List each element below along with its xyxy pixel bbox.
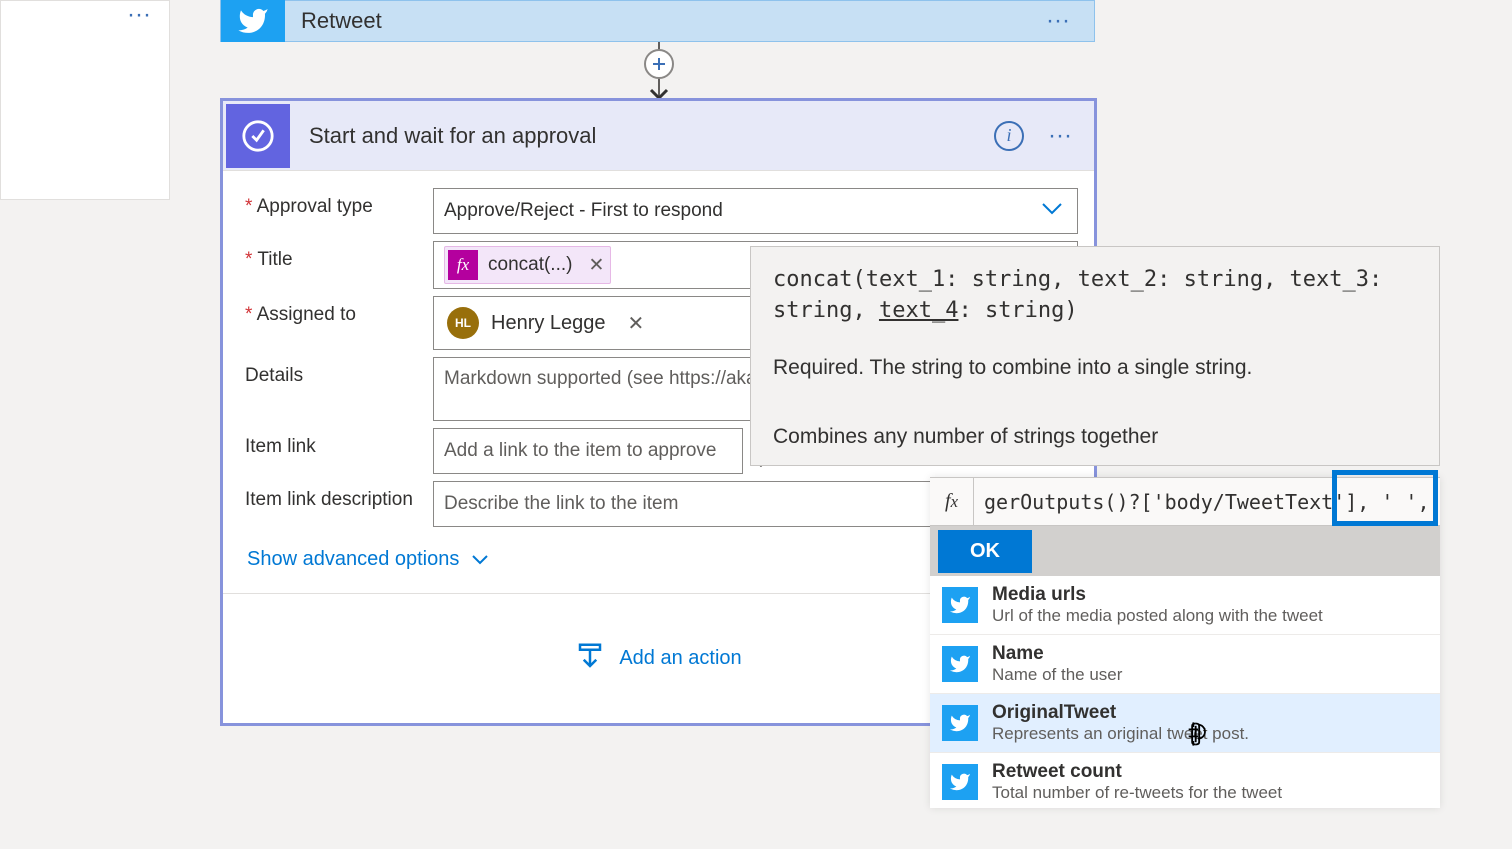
- dynamic-content-list: Media urlsUrl of the media posted along …: [930, 576, 1440, 808]
- approval-icon: [226, 104, 290, 168]
- label-item-link: Item link: [245, 428, 433, 458]
- dynamic-content-panel: fx OK Media urlsUrl of the media posted …: [930, 477, 1440, 808]
- assignee-name: Henry Legge: [491, 312, 606, 335]
- flow-connector: [649, 42, 669, 100]
- expression-input[interactable]: [974, 490, 1440, 514]
- signature-desc1: Required. The string to combine into a s…: [773, 353, 1417, 382]
- add-action-icon[interactable]: [575, 641, 605, 676]
- expression-bar: fx: [930, 478, 1440, 526]
- label-title: Title: [245, 241, 433, 271]
- label-item-link-desc: Item link description: [245, 481, 433, 511]
- show-advanced-label: Show advanced options: [247, 548, 459, 571]
- list-item[interactable]: Retweet countTotal number of re-tweets f…: [930, 753, 1440, 808]
- twitter-icon: [942, 587, 978, 623]
- retweet-title: Retweet: [301, 8, 382, 34]
- retweet-more-icon[interactable]: ···: [1046, 7, 1070, 35]
- more-icon[interactable]: ···: [127, 1, 151, 29]
- collapsed-side-card: ···: [0, 0, 170, 200]
- label-approval-type: Approval type: [245, 188, 433, 218]
- avatar: HL: [447, 307, 479, 339]
- approval-title: Start and wait for an approval: [309, 123, 596, 149]
- signature-desc2: Combines any number of strings together: [773, 422, 1417, 451]
- signature-text: concat(text_1: string, text_2: string, t…: [773, 265, 1417, 327]
- approval-type-value: Approve/Reject - First to respond: [444, 200, 723, 222]
- list-item[interactable]: Media urlsUrl of the media posted along …: [930, 576, 1440, 635]
- twitter-icon: [942, 705, 978, 741]
- fx-icon: fx: [448, 250, 478, 280]
- label-details: Details: [245, 357, 433, 387]
- approval-type-select[interactable]: Approve/Reject - First to respond: [433, 188, 1078, 234]
- chevron-down-icon: [471, 554, 489, 566]
- item-link-field[interactable]: ⌃ 4/4 ⌄: [433, 428, 743, 474]
- item-link-input[interactable]: [444, 440, 732, 462]
- retweet-action-card[interactable]: Retweet ···: [220, 0, 1095, 42]
- remove-assignee-icon[interactable]: ✕: [628, 311, 645, 336]
- list-item[interactable]: OriginalTweetRepresents an original twee…: [930, 694, 1440, 753]
- twitter-icon: [221, 0, 285, 42]
- chevron-down-icon: [1041, 200, 1063, 222]
- approval-header[interactable]: Start and wait for an approval i ···: [223, 101, 1094, 171]
- twitter-icon: [942, 646, 978, 682]
- add-action-button[interactable]: Add an action: [619, 647, 741, 670]
- ok-bar: OK: [930, 526, 1440, 576]
- token-text: concat(...): [488, 254, 572, 276]
- ok-button[interactable]: OK: [938, 530, 1032, 573]
- approval-more-icon[interactable]: ···: [1048, 122, 1072, 150]
- remove-token-icon[interactable]: ✕: [588, 254, 604, 277]
- twitter-icon: [942, 764, 978, 800]
- assignee-chip[interactable]: HL Henry Legge ✕: [444, 304, 652, 342]
- signature-tooltip: concat(text_1: string, text_2: string, t…: [750, 246, 1440, 466]
- fx-icon: fx: [930, 478, 974, 526]
- label-assigned-to: Assigned to: [245, 296, 433, 326]
- info-icon[interactable]: i: [994, 121, 1024, 151]
- list-item[interactable]: NameName of the user: [930, 635, 1440, 694]
- expression-token[interactable]: fx concat(...) ✕: [444, 246, 611, 284]
